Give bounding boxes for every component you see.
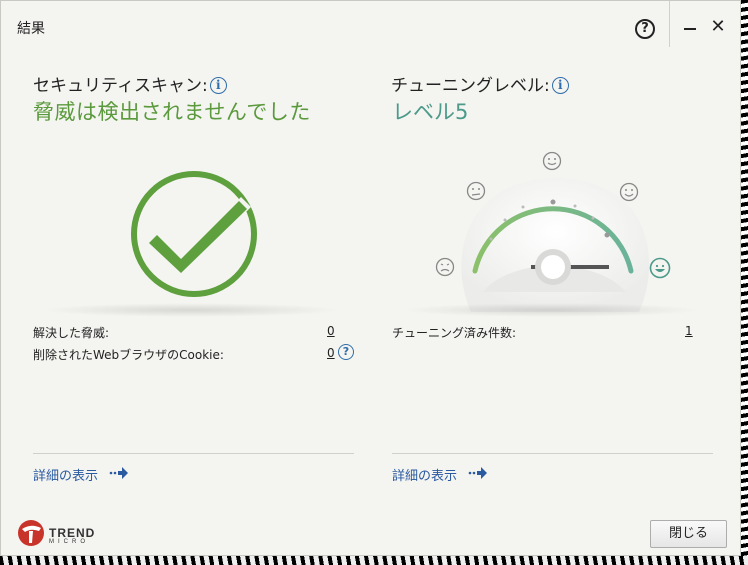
right-divider — [392, 453, 713, 454]
question-icon[interactable]: ? — [338, 344, 354, 360]
brand-subname: MICRO — [49, 539, 89, 545]
scan-icon-shadow — [41, 303, 341, 317]
resolved-threats-label: 解決した脅威: — [33, 326, 110, 340]
scan-status: 脅威は検出されませんでした — [33, 100, 311, 124]
tuning-level-value: レベル5 — [392, 100, 469, 124]
smile-face-icon — [619, 182, 639, 202]
deleted-cookies-label: 削除されたWebブラウザのCookie: — [33, 348, 224, 362]
desktop-background-bottom — [0, 556, 748, 565]
tuned-items-value[interactable]: 1 — [685, 324, 693, 338]
minimize-button[interactable] — [684, 28, 696, 30]
left-divider — [33, 453, 354, 454]
tuning-details-link[interactable]: 詳細の表示 — [392, 465, 457, 484]
tuning-level-heading: チューニングレベル: i — [391, 71, 569, 96]
trend-micro-logo-icon — [18, 520, 44, 546]
gauge-shadow — [401, 303, 701, 317]
angry-face-icon — [435, 257, 455, 277]
info-icon[interactable]: i — [209, 77, 227, 94]
window-title: 結果 — [17, 21, 45, 37]
deleted-cookies-value[interactable]: 0 — [327, 346, 335, 360]
checkmark-icon — [131, 171, 257, 297]
info-icon[interactable]: i — [551, 77, 569, 94]
resolved-threats-value[interactable]: 0 — [327, 324, 335, 338]
security-scan-label: セキュリティスキャン: — [33, 76, 208, 96]
title-bar-divider — [669, 1, 670, 47]
close-button[interactable]: 閉じる — [650, 520, 727, 548]
sad-face-icon — [466, 181, 486, 201]
arrow-right-icon[interactable] — [468, 466, 488, 480]
help-icon[interactable]: ? — [635, 19, 655, 39]
security-scan-heading: セキュリティスキャン: i — [33, 71, 227, 96]
brand-name: TREND — [49, 526, 96, 540]
scan-details-link[interactable]: 詳細の表示 — [33, 465, 98, 484]
neutral-smile-face-icon — [542, 151, 562, 171]
title-bar: 結果 ? ✕ — [1, 1, 740, 51]
tuning-gauge — [461, 178, 650, 312]
arrow-right-icon[interactable] — [109, 466, 129, 480]
results-window: 結果 ? ✕ セキュリティスキャン: i 脅威は検出されませんでした 解決した脅威… — [0, 0, 741, 556]
desktop-background-right — [740, 0, 748, 565]
close-window-button[interactable]: ✕ — [709, 16, 727, 38]
tuning-level-label: チューニングレベル: — [391, 76, 550, 96]
happy-face-icon — [649, 257, 671, 279]
tuned-items-label: チューニング済み件数: — [392, 326, 517, 340]
